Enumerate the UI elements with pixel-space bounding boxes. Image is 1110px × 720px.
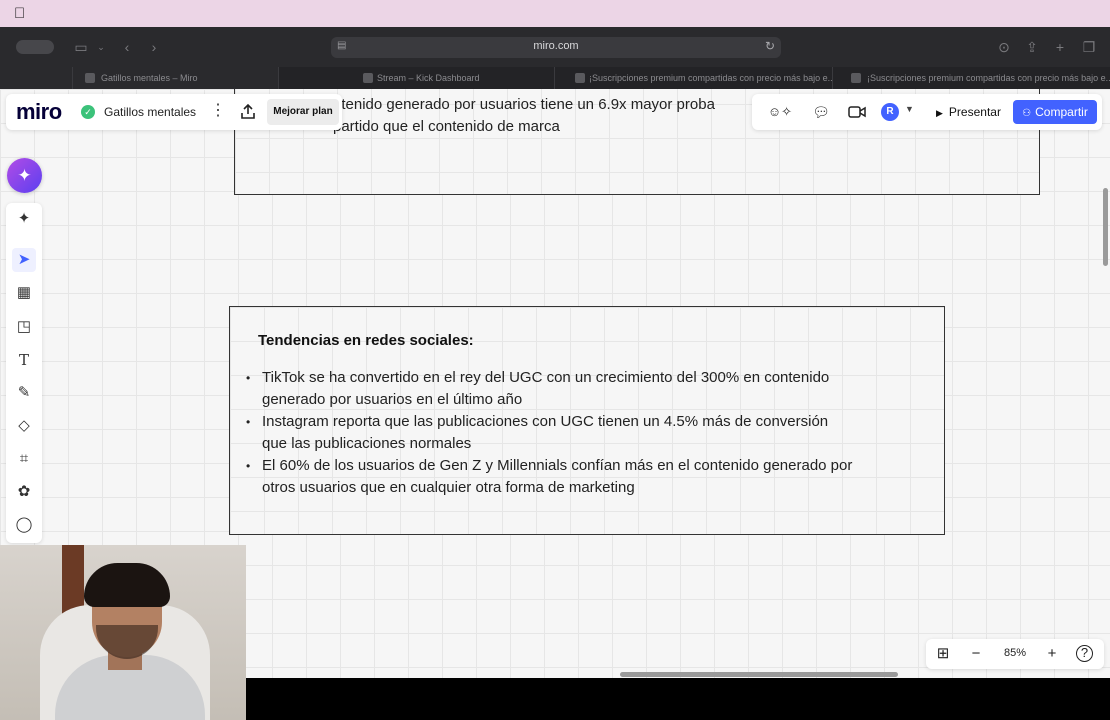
list-item: • El 60% de los usuarios de Gen Z y Mill…: [246, 455, 886, 499]
sparkle-icon: ✦: [17, 166, 32, 185]
new-tab-icon[interactable]: +: [1051, 38, 1069, 56]
list-item-line: Instagram reporta que las publicaciones …: [262, 413, 829, 430]
video-icon[interactable]: [847, 103, 867, 121]
templates-icon[interactable]: ▦: [12, 281, 36, 305]
frame-text-line: ntenido generado por usuarios tiene un 6…: [333, 96, 715, 113]
stamp-icon[interactable]: ✿: [12, 480, 36, 504]
horizontal-scrollbar[interactable]: [620, 672, 898, 677]
present-button[interactable]: ▶ Presentar: [928, 100, 1008, 124]
url-text: miro.com: [533, 40, 579, 52]
text-icon[interactable]: T: [12, 348, 36, 372]
bullet-icon: •: [246, 459, 251, 473]
zoom-level[interactable]: 85%: [1000, 647, 1030, 659]
bullet-icon: •: [246, 415, 251, 429]
share-icon[interactable]: ⇪: [1023, 38, 1041, 56]
share-button[interactable]: ⚇ Compartir: [1013, 100, 1097, 124]
site-favicon-icon: [851, 73, 861, 83]
ai-sparkle-icon[interactable]: ✦: [12, 207, 36, 231]
tab-title: ¡Suscripciones premium compartidas con p…: [589, 73, 832, 83]
reactions-icon[interactable]: ☺✧: [764, 103, 796, 121]
frame-text: ntenido generado por usuarios tiene un 6…: [333, 94, 715, 138]
miro-logo[interactable]: miro: [16, 99, 62, 125]
frame-text-line: partido que el contenido de marca: [333, 118, 560, 135]
reload-icon[interactable]: ↻: [765, 39, 775, 53]
frame-title: Tendencias en redes sociales:: [258, 332, 474, 349]
browser-tab[interactable]: Stream – Kick Dashboard: [278, 67, 554, 89]
browser-toolbar: ▭ ⌄ ‹ › ▤ miro.com ↻ ⊙ ⇪ + ❐: [0, 27, 1110, 67]
browser-tab[interactable]: ¡Suscripciones premium compartidas con p…: [832, 67, 1110, 89]
list-item-line: El 60% de los usuarios de Gen Z y Millen…: [262, 457, 853, 474]
list-item-line: generado por usuarios en el último año: [262, 391, 523, 408]
fit-to-screen-icon[interactable]: ⊞: [933, 644, 953, 664]
tab-title: Stream – Kick Dashboard: [377, 73, 480, 83]
apple-icon[interactable]: : [14, 5, 25, 22]
bullet-list: • TikTok se ha convertido en el rey del …: [246, 367, 886, 499]
site-favicon-icon: [575, 73, 585, 83]
more-options-icon[interactable]: ⋮: [210, 103, 226, 119]
zoom-panel: ⊞ − 85% + ?: [926, 639, 1104, 669]
window-controls[interactable]: [16, 40, 54, 54]
tab-overview-icon[interactable]: ❐: [1080, 38, 1098, 56]
list-item-line: que las publicaciones normales: [262, 435, 472, 452]
board-frame-tendencias[interactable]: Tendencias en redes sociales: • TikTok s…: [229, 306, 945, 535]
collaboration-panel: ☺✧ 💬︎ R ▼ ▶ Presentar ⚇ Compartir: [752, 94, 1102, 130]
list-item-line: TikTok se ha convertido en el rey del UG…: [262, 369, 830, 386]
miro-favicon-icon: [85, 73, 95, 83]
play-icon: ▶: [936, 108, 943, 118]
board-header-panel: miro ✓ Gatillos mentales ⋮ Mejorar plan: [6, 94, 342, 130]
check-badge-icon: ✓: [81, 105, 95, 119]
tab-title: ¡Suscripciones premium compartidas con p…: [867, 73, 1110, 83]
upgrade-plan-button[interactable]: Mejorar plan: [267, 99, 339, 125]
download-icon[interactable]: ⊙: [995, 38, 1013, 56]
pen-icon[interactable]: ✎: [12, 381, 36, 405]
frame-icon[interactable]: ⌗: [12, 447, 36, 471]
zoom-out-icon[interactable]: −: [966, 644, 986, 664]
present-label: Presentar: [948, 105, 1001, 119]
shapes-icon[interactable]: ◇: [12, 414, 36, 438]
address-bar[interactable]: ▤ miro.com ↻: [331, 37, 781, 58]
mac-menubar: : [0, 0, 1110, 27]
left-toolbar: ✦ ➤ ▦ ◳ T ✎ ◇ ⌗ ✿ ◯: [6, 203, 42, 543]
tab-title: Gatillos mentales – Miro: [101, 73, 198, 83]
tab-bar: Gatillos mentales – Miro Stream – Kick D…: [0, 67, 1110, 89]
webcam-overlay: [0, 545, 246, 720]
bullet-icon: •: [246, 371, 251, 385]
help-icon[interactable]: ?: [1076, 645, 1093, 662]
chat-icon[interactable]: 💬︎: [811, 103, 831, 121]
list-item: • Instagram reporta que las publicacione…: [246, 411, 886, 455]
board-name[interactable]: Gatillos mentales: [104, 105, 196, 119]
list-item: • TikTok se ha convertido en el rey del …: [246, 367, 886, 411]
screen:  ▭ ⌄ ‹ › ▤ miro.com ↻ ⊙ ⇪ + ❐ Gatillos …: [0, 0, 1110, 720]
chevron-down-icon[interactable]: ⌄: [92, 38, 110, 56]
kick-favicon-icon: [363, 73, 373, 83]
select-cursor-icon[interactable]: ➤: [12, 248, 36, 272]
sidebar-toggle-icon[interactable]: ▭: [72, 38, 90, 56]
export-icon[interactable]: [238, 102, 258, 122]
webcam-hair: [84, 563, 170, 607]
share-users-icon: ⚇: [1022, 108, 1032, 119]
browser-tab[interactable]: ¡Suscripciones premium compartidas con p…: [554, 67, 832, 89]
zoom-in-icon[interactable]: +: [1042, 644, 1062, 664]
share-label: Compartir: [1035, 105, 1088, 119]
user-avatar[interactable]: R: [881, 103, 899, 121]
forward-icon[interactable]: ›: [145, 38, 163, 56]
browser-chrome: ▭ ⌄ ‹ › ▤ miro.com ↻ ⊙ ⇪ + ❐ Gatillos me…: [0, 27, 1110, 89]
list-item-line: otros usuarios que en cualquier otra for…: [262, 479, 635, 496]
ai-assistant-button[interactable]: ✦: [7, 158, 42, 193]
comment-icon[interactable]: ◯: [12, 513, 36, 537]
chevron-down-icon[interactable]: ▼: [905, 104, 914, 114]
browser-tab[interactable]: Gatillos mentales – Miro: [72, 67, 278, 89]
sticky-note-icon[interactable]: ◳: [12, 315, 36, 339]
vertical-scrollbar[interactable]: [1103, 188, 1108, 266]
back-icon[interactable]: ‹: [118, 38, 136, 56]
